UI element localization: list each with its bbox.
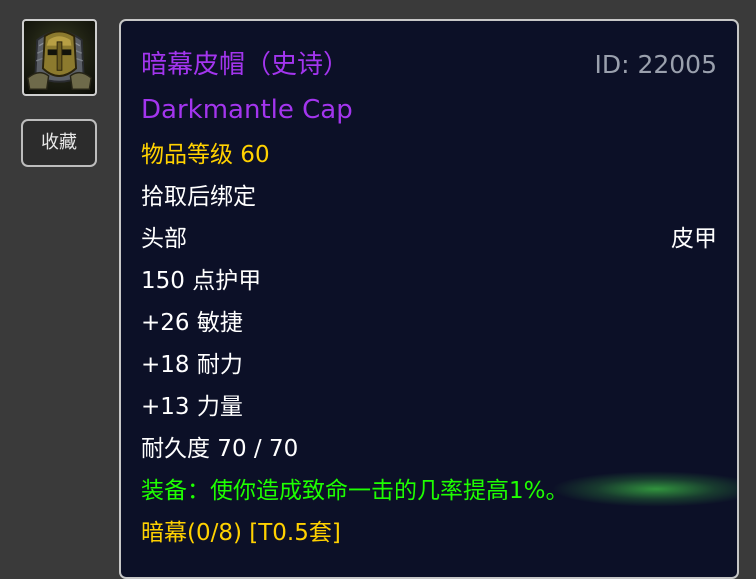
item-armor-type: 皮甲 xyxy=(671,226,717,252)
item-slot: 头部 xyxy=(141,226,187,252)
item-armor: 150 点护甲 xyxy=(141,268,262,294)
item-equip-effect: 装备：使你造成致命一击的几率提高1%。 xyxy=(141,478,569,504)
item-stat-strength: +13 力量 xyxy=(141,394,243,420)
item-level: 物品等级 60 xyxy=(141,142,270,168)
item-name-en: Darkmantle Cap xyxy=(141,95,353,125)
item-tooltip: 暗幕皮帽（史诗） ID: 22005 Darkmantle Cap 物品等级 6… xyxy=(119,19,739,579)
item-binding: 拾取后绑定 xyxy=(141,184,256,210)
favorite-button[interactable]: 收藏 xyxy=(21,119,97,167)
item-slot-row: 头部 皮甲 xyxy=(141,223,717,255)
item-durability: 耐久度 70 / 70 xyxy=(141,436,299,462)
item-name-cn: 暗幕皮帽（史诗） xyxy=(141,50,350,80)
item-stat-agility: +26 敏捷 xyxy=(141,310,243,336)
helmet-graphic xyxy=(27,30,92,90)
helmet-icon[interactable] xyxy=(22,19,97,96)
item-title-row: 暗幕皮帽（史诗） ID: 22005 xyxy=(141,49,717,81)
item-set-name[interactable]: 暗幕(0/8) [T0.5套] xyxy=(141,517,717,549)
item-stat-stamina: +18 耐力 xyxy=(141,352,243,378)
item-id: ID: 22005 xyxy=(594,50,717,79)
